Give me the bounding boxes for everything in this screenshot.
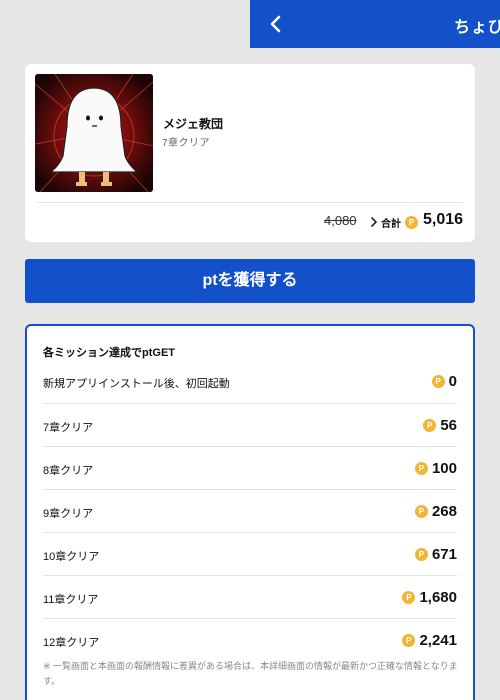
point-coin-icon: P — [405, 216, 418, 229]
chevron-right-icon — [371, 217, 378, 227]
total-points: 5,016 — [423, 211, 464, 228]
mission-label: 12章クリア — [43, 637, 100, 649]
mission-value: 0 — [448, 373, 457, 390]
mission-value: 2,241 — [419, 632, 457, 649]
get-points-button[interactable]: ptを獲得する — [25, 259, 475, 303]
point-coin-icon: P — [414, 462, 428, 475]
mission-value: 56 — [440, 417, 457, 434]
mission-row: 9章クリア P 268 — [43, 490, 457, 533]
mission-reward: P 100 — [414, 460, 457, 477]
divider — [37, 202, 463, 203]
point-coin-icon: P — [402, 634, 416, 647]
point-coin-icon: P — [414, 505, 428, 518]
mission-row: 10章クリア P 671 — [43, 533, 457, 576]
mission-row: 12章クリア P 2,241 — [43, 619, 457, 662]
page-title: ちょび — [454, 19, 500, 36]
old-points: 4,080 — [324, 213, 357, 228]
mission-value: 268 — [431, 503, 457, 520]
app-thumbnail — [35, 74, 153, 192]
mission-label: 11章クリア — [43, 594, 99, 606]
mission-value: 671 — [431, 546, 457, 563]
chevron-left-icon — [270, 15, 281, 33]
point-coin-icon: P — [414, 548, 428, 561]
mission-value: 1,680 — [419, 589, 457, 606]
mission-row: 新規アプリインストール後、初回起動 P 0 — [43, 361, 457, 404]
mission-row: 7章クリア P 56 — [43, 404, 457, 447]
point-coin-icon: P — [423, 419, 437, 432]
mission-label: 新規アプリインストール後、初回起動 — [43, 378, 230, 390]
mission-value: 100 — [431, 460, 457, 477]
mission-reward: P 268 — [414, 503, 457, 520]
mission-reward: P 2,241 — [402, 632, 457, 649]
mission-reward: P 1,680 — [402, 589, 457, 606]
app-card: メジェ教団 7章クリア 4,080 合計 P 5,016 — [25, 64, 475, 242]
disclaimer-note: ※ 一覧画面と本画面の報酬情報に差異がある場合は、本詳細画面の情報が最新かつ正確… — [43, 661, 458, 686]
mission-label: 9章クリア — [43, 508, 94, 520]
mission-reward: P 671 — [414, 546, 457, 563]
top-bar: ちょび — [250, 0, 500, 48]
ghost-icon — [35, 74, 153, 192]
total-label: 合計 — [381, 219, 401, 230]
point-coin-icon: P — [431, 375, 445, 388]
back-button[interactable] — [264, 12, 288, 36]
missions-title: 各ミッション達成でptGET — [43, 347, 175, 359]
point-coin-icon: P — [402, 591, 416, 604]
mission-row: 11章クリア P 1,680 — [43, 576, 457, 619]
mission-row: 8章クリア P 100 — [43, 447, 457, 490]
missions-panel: 各ミッション達成でptGET 新規アプリインストール後、初回起動 P 0 7章ク… — [25, 324, 475, 700]
mission-reward: P 56 — [423, 417, 457, 434]
mission-label: 8章クリア — [43, 465, 94, 477]
mission-label: 7章クリア — [43, 422, 94, 434]
mission-label: 10章クリア — [43, 551, 100, 563]
app-subtitle: 7章クリア — [162, 138, 211, 149]
mission-reward: P 0 — [431, 373, 457, 390]
app-name: メジェ教団 — [163, 117, 224, 131]
